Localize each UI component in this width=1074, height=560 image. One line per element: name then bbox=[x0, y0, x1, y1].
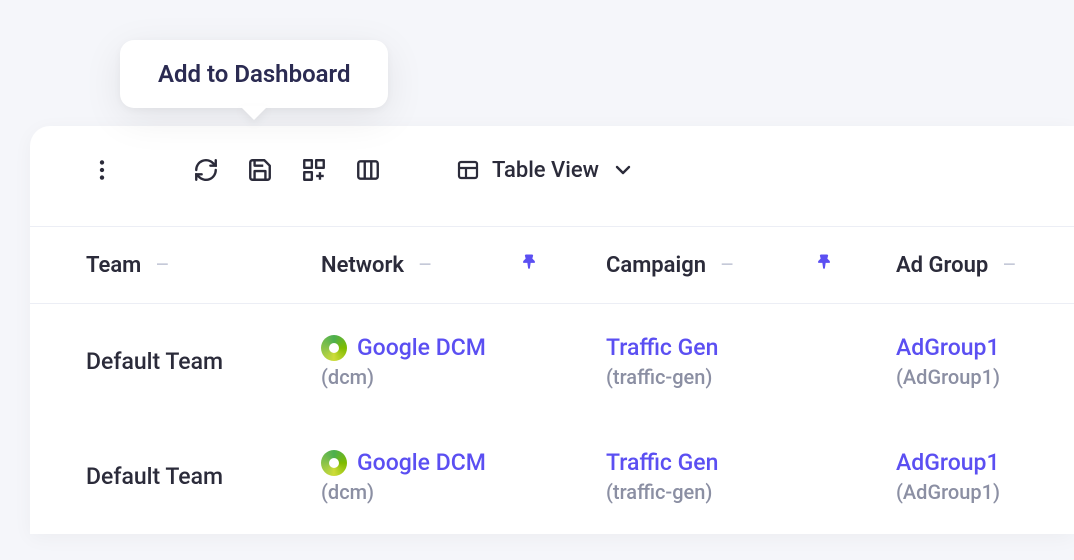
cell-adgroup: AdGroup1 (AdGroup1) bbox=[896, 334, 1018, 389]
campaign-link[interactable]: Traffic Gen bbox=[606, 334, 896, 361]
view-selector-label: Table View bbox=[492, 158, 599, 183]
columns-button[interactable] bbox=[352, 154, 384, 186]
team-name: Default Team bbox=[86, 463, 321, 490]
column-label: Ad Group bbox=[896, 253, 988, 278]
table-row: Default Team Google DCM (dcm) Traffic Ge… bbox=[30, 304, 1074, 419]
column-header-adgroup[interactable]: Ad Group – bbox=[896, 253, 1018, 278]
column-sort-indicator: – bbox=[720, 253, 734, 278]
cell-campaign: Traffic Gen (traffic-gen) bbox=[606, 334, 896, 389]
chevron-down-icon bbox=[611, 158, 635, 182]
column-header-network[interactable]: Network – bbox=[321, 253, 606, 278]
adgroup-link[interactable]: AdGroup1 bbox=[896, 334, 1018, 361]
report-card: Table View Team – Network – Campaign – bbox=[30, 126, 1074, 534]
network-code: (dcm) bbox=[321, 480, 606, 504]
column-header-campaign[interactable]: Campaign – bbox=[606, 253, 896, 278]
pin-icon[interactable] bbox=[519, 252, 539, 278]
table-icon bbox=[456, 158, 480, 182]
column-label: Network bbox=[321, 253, 404, 278]
table-row: Default Team Google DCM (dcm) Traffic Ge… bbox=[30, 419, 1074, 534]
google-dcm-icon bbox=[321, 335, 347, 361]
google-dcm-icon bbox=[321, 450, 347, 476]
save-button[interactable] bbox=[244, 154, 276, 186]
team-name: Default Team bbox=[86, 348, 321, 375]
table-header: Team – Network – Campaign – Ad Group – bbox=[30, 226, 1074, 304]
cell-campaign: Traffic Gen (traffic-gen) bbox=[606, 449, 896, 504]
more-options-button[interactable] bbox=[86, 154, 118, 186]
pin-icon[interactable] bbox=[814, 252, 834, 278]
cell-team: Default Team bbox=[86, 463, 321, 490]
data-table: Team – Network – Campaign – Ad Group – bbox=[30, 226, 1074, 534]
refresh-icon bbox=[193, 157, 219, 183]
column-header-team[interactable]: Team – bbox=[86, 253, 321, 278]
cell-network: Google DCM (dcm) bbox=[321, 334, 606, 389]
more-vertical-icon bbox=[89, 157, 115, 183]
add-to-dashboard-tooltip: Add to Dashboard bbox=[120, 40, 388, 108]
view-selector[interactable]: Table View bbox=[456, 158, 635, 183]
tooltip-text: Add to Dashboard bbox=[158, 60, 350, 88]
column-label: Campaign bbox=[606, 253, 706, 278]
network-link[interactable]: Google DCM bbox=[357, 449, 486, 476]
toolbar: Table View bbox=[30, 126, 1074, 226]
columns-icon bbox=[355, 157, 381, 183]
adgroup-code: (AdGroup1) bbox=[896, 480, 1018, 504]
campaign-link[interactable]: Traffic Gen bbox=[606, 449, 896, 476]
campaign-code: (traffic-gen) bbox=[606, 480, 896, 504]
adgroup-link[interactable]: AdGroup1 bbox=[896, 449, 1018, 476]
add-to-dashboard-button[interactable] bbox=[298, 154, 330, 186]
refresh-button[interactable] bbox=[190, 154, 222, 186]
save-icon bbox=[247, 157, 273, 183]
network-code: (dcm) bbox=[321, 365, 606, 389]
campaign-code: (traffic-gen) bbox=[606, 365, 896, 389]
grid-add-icon bbox=[301, 157, 327, 183]
column-sort-indicator: – bbox=[1002, 253, 1016, 278]
cell-network: Google DCM (dcm) bbox=[321, 449, 606, 504]
column-sort-indicator: – bbox=[155, 253, 169, 278]
adgroup-code: (AdGroup1) bbox=[896, 365, 1018, 389]
network-link[interactable]: Google DCM bbox=[357, 334, 486, 361]
column-label: Team bbox=[86, 253, 141, 278]
cell-team: Default Team bbox=[86, 348, 321, 375]
cell-adgroup: AdGroup1 (AdGroup1) bbox=[896, 449, 1018, 504]
column-sort-indicator: – bbox=[418, 253, 432, 278]
